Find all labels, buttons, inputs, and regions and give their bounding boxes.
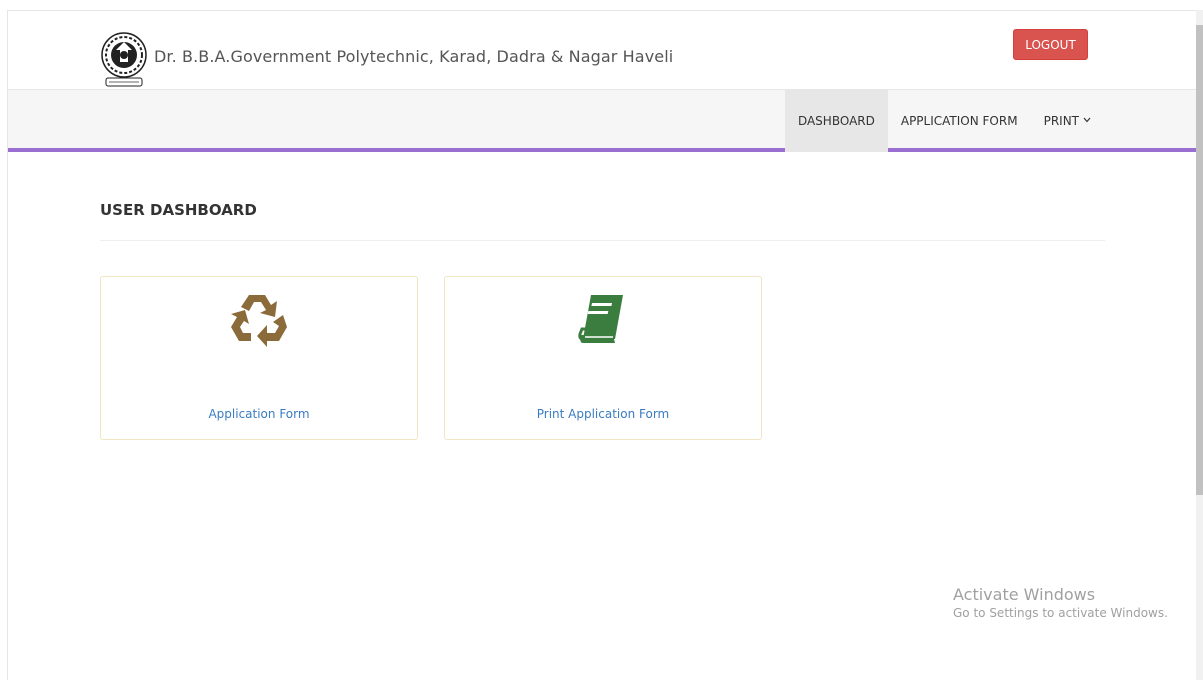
- nav-item-dashboard[interactable]: DASHBOARD: [784, 90, 888, 152]
- main-navbar: DASHBOARD APPLICATION FORM PRINT: [8, 90, 1197, 152]
- print-application-form-link[interactable]: Print Application Form: [445, 407, 761, 421]
- nav-item-print[interactable]: PRINT: [1031, 90, 1104, 152]
- watermark-subtitle: Go to Settings to activate Windows.: [953, 606, 1168, 620]
- application-form-card[interactable]: Application Form: [100, 276, 418, 440]
- page-title: USER DASHBOARD: [100, 201, 257, 219]
- application-form-link[interactable]: Application Form: [101, 407, 417, 421]
- chevron-down-icon: [1083, 116, 1091, 126]
- section-divider: [100, 240, 1105, 241]
- activate-windows-watermark: Activate Windows Go to Settings to activ…: [953, 585, 1168, 620]
- scrollbar-thumb[interactable]: [1196, 25, 1203, 495]
- vertical-scrollbar[interactable]: [1196, 10, 1203, 680]
- logout-button[interactable]: LOGOUT: [1013, 29, 1088, 60]
- page-frame: Dr. B.B.A.Government Polytechnic, Karad,…: [7, 10, 1197, 680]
- top-header: Dr. B.B.A.Government Polytechnic, Karad,…: [8, 11, 1197, 90]
- watermark-title: Activate Windows: [953, 585, 1096, 604]
- site-title: Dr. B.B.A.Government Polytechnic, Karad,…: [154, 47, 674, 66]
- book-icon: [571, 289, 635, 349]
- nav-item-label: APPLICATION FORM: [900, 114, 1018, 128]
- recycle-icon: [227, 289, 291, 349]
- college-logo: [100, 28, 154, 92]
- print-application-form-card[interactable]: Print Application Form: [444, 276, 762, 440]
- nav-item-application-form[interactable]: APPLICATION FORM: [888, 90, 1031, 152]
- nav-item-label: DASHBOARD: [797, 114, 875, 128]
- nav-menu: DASHBOARD APPLICATION FORM PRINT: [784, 90, 1104, 152]
- nav-item-label: PRINT: [1043, 114, 1079, 128]
